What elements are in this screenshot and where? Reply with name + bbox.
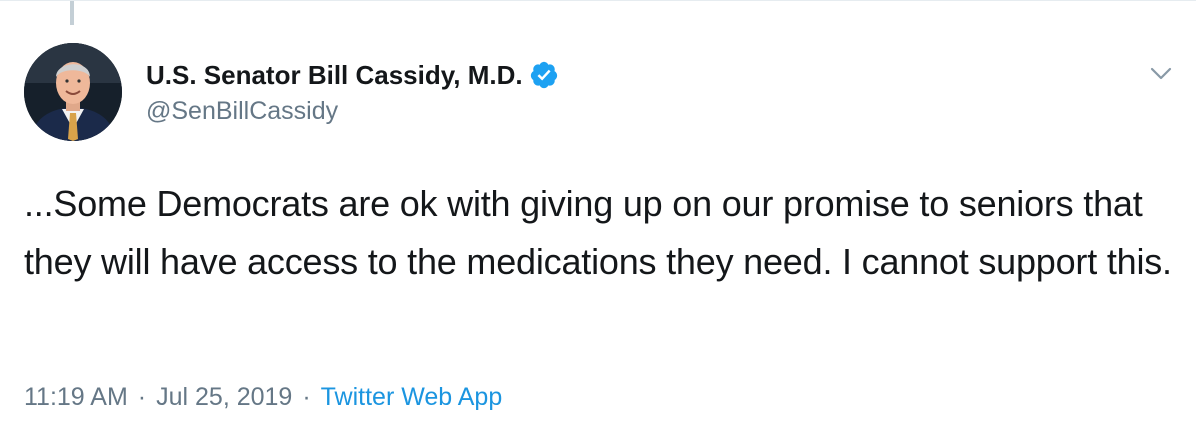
meta-separator: ·	[302, 383, 311, 411]
chevron-down-icon	[1150, 67, 1172, 80]
tweet-time[interactable]: 11:19 AM	[24, 383, 128, 412]
tweet-menu-button[interactable]	[1146, 59, 1176, 89]
tweet-date[interactable]: Jul 25, 2019	[156, 383, 292, 412]
verified-badge-icon	[529, 60, 559, 90]
author-avatar[interactable]	[24, 43, 122, 141]
avatar-photo-icon	[24, 43, 122, 141]
meta-separator: ·	[137, 383, 147, 411]
tweet-card: U.S. Senator Bill Cassidy, M.D. @SenBill…	[0, 0, 1196, 442]
tweet-metadata: 11:19 AM · Jul 25, 2019 · Twitter Web Ap…	[24, 383, 502, 412]
tweet-text: ...Some Democrats are ok with giving up …	[24, 183, 1172, 282]
tweet-source-link[interactable]: Twitter Web App	[321, 383, 503, 412]
author-name-row[interactable]: U.S. Senator Bill Cassidy, M.D.	[146, 59, 559, 91]
author-handle[interactable]: @SenBillCassidy	[146, 97, 338, 126]
author-display-name[interactable]: U.S. Senator Bill Cassidy, M.D.	[146, 60, 523, 91]
thread-connector-line	[70, 1, 74, 25]
